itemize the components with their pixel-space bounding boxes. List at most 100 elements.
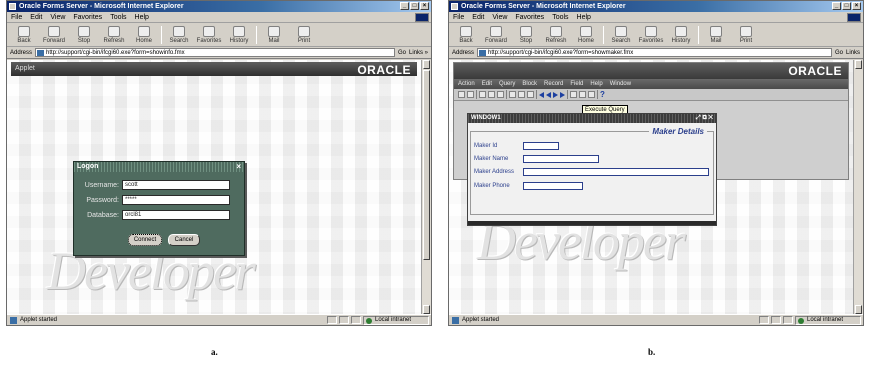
search-button[interactable]: Search <box>166 26 192 44</box>
menu-tools[interactable]: Tools <box>552 14 568 21</box>
previous-block-icon[interactable] <box>539 91 544 98</box>
scroll-thumb[interactable] <box>423 70 430 260</box>
maker-phone-field[interactable] <box>523 182 583 190</box>
maker-name-field[interactable] <box>523 155 599 163</box>
vertical-scrollbar[interactable] <box>421 60 431 314</box>
password-field[interactable]: ***** <box>122 195 230 205</box>
close-button[interactable]: × <box>420 2 429 10</box>
ie-title-bar: Oracle Forms Server - Microsoft Internet… <box>7 1 431 12</box>
search-button[interactable]: Search <box>608 26 634 44</box>
forms-applet: ORACLE Action Edit Query Block Record Fi… <box>453 62 849 226</box>
stop-button[interactable]: Stop <box>71 26 97 44</box>
save-icon[interactable] <box>458 91 465 98</box>
menu-file[interactable]: File <box>11 14 22 21</box>
refresh-button[interactable]: Refresh <box>101 26 127 44</box>
minimize-button[interactable]: _ <box>400 2 409 10</box>
forms-menu-query[interactable]: Query <box>499 81 515 87</box>
menu-help[interactable]: Help <box>135 14 149 21</box>
favorites-button[interactable]: Favorites <box>638 26 664 44</box>
menu-edit[interactable]: Edit <box>30 14 42 21</box>
ie-logo-icon <box>847 13 861 22</box>
forms-menu-edit[interactable]: Edit <box>482 81 492 87</box>
address-input[interactable]: http://support/cgi-bin/ifcgi60.exe?form=… <box>477 48 832 57</box>
menu-view[interactable]: View <box>50 14 65 21</box>
maker-id-field[interactable] <box>523 142 559 150</box>
print-icon <box>298 26 310 37</box>
print-button[interactable]: Print <box>291 26 317 44</box>
favorites-button[interactable]: Favorites <box>196 26 222 44</box>
insert-record-icon[interactable] <box>570 91 577 98</box>
enter-query-icon[interactable] <box>509 91 516 98</box>
paste-icon[interactable] <box>497 91 504 98</box>
menu-tools[interactable]: Tools <box>110 14 126 21</box>
stop-button[interactable]: Stop <box>513 26 539 44</box>
forms-menu-window[interactable]: Window <box>610 81 631 87</box>
back-button[interactable]: Back <box>11 26 37 44</box>
print-icon[interactable] <box>467 91 474 98</box>
refresh-button[interactable]: Refresh <box>543 26 569 44</box>
maker-address-field[interactable] <box>523 168 709 176</box>
username-field[interactable]: scott <box>122 180 230 190</box>
database-label: Database: <box>87 211 119 219</box>
menu-file[interactable]: File <box>453 14 464 21</box>
close-button[interactable]: × <box>852 2 861 10</box>
database-field[interactable]: orcl81 <box>122 210 230 220</box>
password-label: Password: <box>86 196 119 204</box>
menu-favorites[interactable]: Favorites <box>73 14 102 21</box>
history-button[interactable]: History <box>668 26 694 44</box>
vertical-scrollbar[interactable] <box>853 60 863 314</box>
forms-header: ORACLE <box>454 63 848 79</box>
scroll-down-icon[interactable] <box>423 305 430 314</box>
scroll-up-icon[interactable] <box>855 60 862 69</box>
print-button[interactable]: Print <box>733 26 759 44</box>
forward-button[interactable]: Forward <box>41 26 67 44</box>
forward-button[interactable]: Forward <box>483 26 509 44</box>
home-button[interactable]: Home <box>573 26 599 44</box>
window-controls-icon[interactable]: ⤢ ⧉ ✕ <box>696 114 713 123</box>
stop-icon <box>78 26 90 37</box>
menu-view[interactable]: View <box>492 14 507 21</box>
scroll-down-icon[interactable] <box>855 305 862 314</box>
username-row: Username: scott <box>78 180 230 190</box>
help-icon[interactable]: ? <box>600 90 605 99</box>
links-button[interactable]: Links » <box>409 50 428 56</box>
links-button[interactable]: Links <box>846 50 860 56</box>
delete-record-icon[interactable] <box>579 91 586 98</box>
menu-edit[interactable]: Edit <box>472 14 484 21</box>
close-icon[interactable]: × <box>236 162 241 172</box>
next-block-icon[interactable] <box>560 91 565 98</box>
home-icon <box>580 26 592 37</box>
execute-query-icon[interactable] <box>518 91 525 98</box>
caption-a: a. <box>211 347 218 357</box>
connect-button[interactable]: Connect <box>128 234 162 246</box>
history-button[interactable]: History <box>226 26 252 44</box>
go-button[interactable]: Go <box>835 50 843 56</box>
minimize-button[interactable]: _ <box>832 2 841 10</box>
cancel-query-icon[interactable] <box>527 91 534 98</box>
maximize-button[interactable]: □ <box>842 2 851 10</box>
maximize-button[interactable]: □ <box>410 2 419 10</box>
home-button[interactable]: Home <box>131 26 157 44</box>
go-button[interactable]: Go <box>398 50 406 56</box>
forms-menu-action[interactable]: Action <box>458 81 475 87</box>
menu-favorites[interactable]: Favorites <box>515 14 544 21</box>
oracle-logo: ORACLE <box>788 64 842 78</box>
back-button[interactable]: Back <box>453 26 479 44</box>
forms-toolbar: ? <box>454 89 848 101</box>
mail-button[interactable]: Mail <box>703 26 729 44</box>
forms-menu-help[interactable]: Help <box>590 81 602 87</box>
forms-menu-block[interactable]: Block <box>522 81 537 87</box>
forms-menu-record[interactable]: Record <box>544 81 563 87</box>
scroll-up-icon[interactable] <box>423 60 430 69</box>
cut-icon[interactable] <box>479 91 486 98</box>
address-input[interactable]: http://support/cgi-bin/ifcgi60.exe?form=… <box>35 48 395 57</box>
previous-record-icon[interactable] <box>546 91 551 98</box>
menu-help[interactable]: Help <box>577 14 591 21</box>
home-icon <box>138 26 150 37</box>
copy-icon[interactable] <box>488 91 495 98</box>
next-record-icon[interactable] <box>553 91 558 98</box>
lock-record-icon[interactable] <box>588 91 595 98</box>
cancel-button[interactable]: Cancel <box>168 234 200 246</box>
forms-menu-field[interactable]: Field <box>570 81 583 87</box>
mail-button[interactable]: Mail <box>261 26 287 44</box>
